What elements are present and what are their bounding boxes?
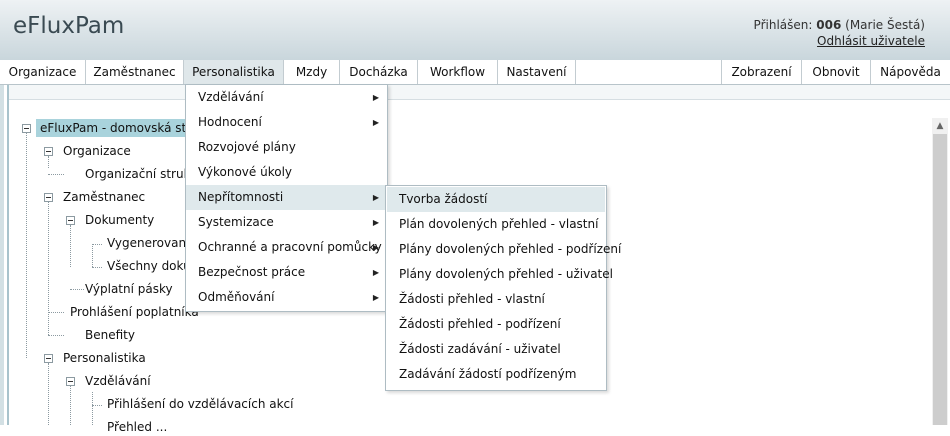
menu-item-nepritomnosti[interactable]: Nepřítomnosti ▶ [186,185,387,210]
tree-line [92,244,102,245]
left-splitter[interactable] [0,85,9,425]
submenu-arrow-icon: ▶ [372,193,379,202]
tree-node-organizace[interactable]: Organizace [63,142,131,160]
menu-personalistika[interactable]: Personalistika [184,60,284,84]
tree-node-vzdelavani[interactable]: Vzdělávání [85,372,151,390]
submenu-item-zadosti-vlastni[interactable]: Žádosti přehled - vlastní [387,287,605,312]
tree-node-prihlaseni[interactable]: Přihlášení do vzdělávacích akcí [107,395,293,413]
menu-organizace[interactable]: Organizace [0,60,86,84]
user-code: 006 [816,18,842,32]
scroll-up-icon[interactable]: ▲ [932,118,948,134]
menu-item-label: Ochranné a pracovní pomůcky [198,240,382,254]
collapse-toggle-icon[interactable] [44,193,53,202]
menu-dochazka[interactable]: Docházka [340,60,418,84]
menu-item-label: Bezpečnost práce [198,265,306,279]
menu-napoveda[interactable]: Nápověda [870,60,950,84]
collapse-toggle-icon[interactable] [44,147,53,156]
tree-node-cut[interactable]: Přehled ... [107,418,167,436]
app-title: eFluxPam [13,13,125,39]
menu-item-label: Vzdělávání [198,90,264,104]
menu-item-label: Odměňování [198,290,275,304]
submenu-item-zadosti-podrizeni[interactable]: Žádosti přehled - podřízení [387,312,605,337]
menu-item-label: Rozvojové plány [198,140,296,154]
scroll-thumb[interactable] [933,134,947,425]
menu-item-systemizace[interactable]: Systemizace ▶ [186,210,387,235]
collapse-toggle-icon[interactable] [44,354,53,363]
tree-node-benefity[interactable]: Benefity [85,326,135,344]
submenu-item-plany-uzivatel[interactable]: Plány dovolených přehled - uživatel [387,262,613,287]
collapse-toggle-icon[interactable] [22,124,31,133]
app-header: eFluxPam Přihlášen: 006 (Marie Šestá) Od… [0,0,950,61]
tree-line [70,225,71,267]
collapse-toggle-icon[interactable] [66,216,75,225]
tree-line [48,156,49,168]
menu-mzdy[interactable]: Mzdy [284,60,340,84]
nepritomnosti-submenu: Tvorba žádostí Plán dovolených přehled -… [385,185,621,391]
submenu-item-plan-vlastni[interactable]: Plán dovolených přehled - vlastní [387,212,605,237]
tree-node-zamestnanec[interactable]: Zaměstnanec [63,188,145,206]
tree-line [92,392,93,425]
tree-node-personalistika[interactable]: Personalistika [63,349,146,367]
submenu-item-tvorba-zadosti[interactable]: Tvorba žádostí [387,187,605,212]
login-prefix: Přihlášen: [753,18,813,32]
tree-node-vsechny[interactable]: Všechny dokur [107,257,196,275]
main-menubar: Organizace Zaměstnanec Personalistika Mz… [0,60,950,85]
menu-item-ochranne-pomucky[interactable]: Ochranné a pracovní pomůcky ▶ [186,235,387,260]
submenu-item-plany-podrizeni[interactable]: Plány dovolených přehled - podřízení [387,237,621,262]
tree-node-vyplatni[interactable]: Výplatní pásky [85,280,173,298]
menu-obnovit[interactable]: Obnovit [801,60,870,84]
personalistika-dropdown: Vzdělávání ▶ Hodnocení ▶ Rozvojové plány… [185,84,388,312]
tree-line [48,174,64,175]
menu-item-label: Systemizace [198,215,274,229]
tree-line [92,267,102,268]
menu-item-rozvojove-plany[interactable]: Rozvojové plány [186,135,387,160]
submenu-arrow-icon: ▶ [372,243,379,252]
menu-nastaveni[interactable]: Nastavení [498,60,576,84]
content-toolbar-band [9,85,950,100]
menu-zamestnanec[interactable]: Zaměstnanec [86,60,184,84]
menu-item-bezpecnost-prace[interactable]: Bezpečnost práce ▶ [186,260,387,285]
menu-zobrazeni[interactable]: Zobrazení [721,60,801,84]
tree-node-prohlaseni[interactable]: Prohlášení poplatníka [70,303,199,321]
submenu-arrow-icon: ▶ [372,268,379,277]
menu-item-label: Nepřítomnosti [198,190,284,204]
submenu-arrow-icon: ▶ [372,218,379,227]
menu-item-hodnoceni[interactable]: Hodnocení ▶ [186,110,387,135]
tree-line [48,312,64,313]
submenu-arrow-icon: ▶ [372,293,379,302]
submenu-item-zadavani-podrizenym[interactable]: Zadávání žádostí podřízeným [387,362,605,387]
tree-node-dokumenty[interactable]: Dokumenty [85,211,154,229]
menu-item-vzdelavani[interactable]: Vzdělávání ▶ [186,85,387,110]
tree-line [92,405,102,406]
tree-line [48,363,49,425]
menu-item-label: Hodnocení [198,115,262,129]
tree-line [26,133,27,358]
submenu-arrow-icon: ▶ [372,93,379,102]
tree-line [70,386,71,425]
submenu-arrow-icon: ▶ [372,118,379,127]
tree-line [48,202,49,335]
tree-line [48,335,64,336]
menu-item-odmenovani[interactable]: Odměňování ▶ [186,285,387,310]
menu-workflow[interactable]: Workflow [418,60,498,84]
logout-link[interactable]: Odhlásit uživatele [817,34,925,48]
tree-line [70,289,84,290]
menu-item-vykonove-ukoly[interactable]: Výkonové úkoly [186,160,387,185]
user-name: (Marie Šestá) [845,18,925,32]
submenu-item-zadosti-zadavani[interactable]: Žádosti zadávání - uživatel [387,337,605,362]
collapse-toggle-icon[interactable] [66,377,75,386]
login-info: Přihlášen: 006 (Marie Šestá) Odhlásit už… [754,17,925,49]
menu-item-label: Výkonové úkoly [198,165,293,179]
tree-line [92,244,93,267]
tree-node-vygenerovane[interactable]: Vygenerované [107,234,193,252]
